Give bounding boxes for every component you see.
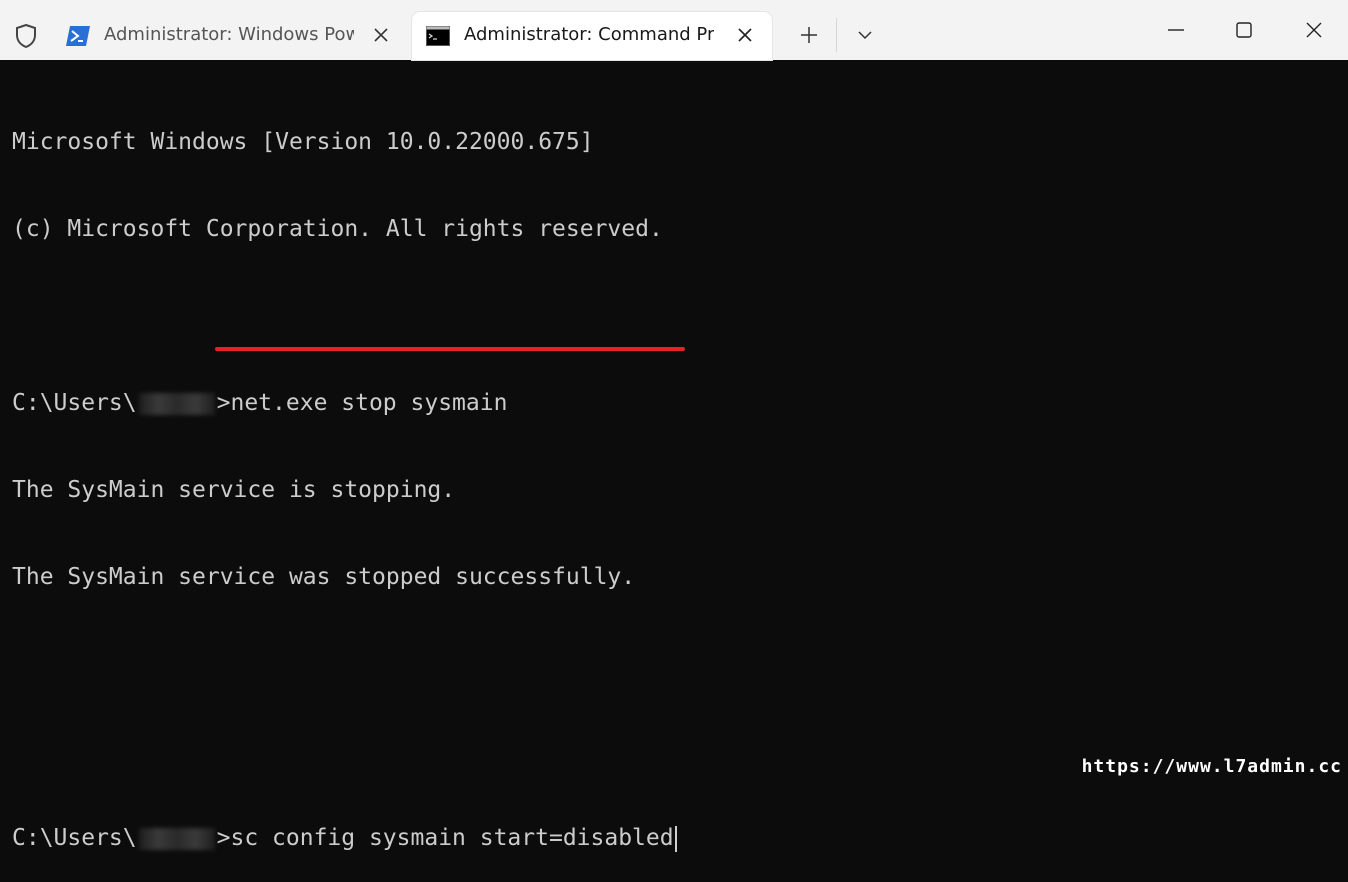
redacted-username <box>138 827 215 850</box>
powershell-icon <box>66 26 90 46</box>
admin-shield-icon <box>12 22 40 50</box>
close-tab-icon[interactable] <box>734 24 756 46</box>
prompt-suffix: > <box>216 390 231 416</box>
copyright-line: (c) Microsoft Corporation. All rights re… <box>12 216 663 242</box>
command-text: sc config sysmain start=disabled <box>230 825 674 851</box>
close-window-button[interactable] <box>1294 14 1334 46</box>
command-text: net.exe stop sysmain <box>230 390 508 416</box>
version-line: Microsoft Windows [Version 10.0.22000.67… <box>12 129 594 155</box>
output-line: The SysMain service was stopped successf… <box>12 564 636 590</box>
maximize-button[interactable] <box>1224 14 1264 46</box>
prompt-suffix: > <box>216 825 231 851</box>
watermark: https://www.l7admin.cc <box>1081 756 1342 777</box>
chevron-down-icon[interactable] <box>852 24 878 46</box>
tab-title: Administrator: Windows Powe <box>104 24 354 45</box>
tab-title: Administrator: Command Pro <box>464 24 714 45</box>
output-line: The SysMain service is stopping. <box>12 477 456 503</box>
tab-powershell[interactable]: Administrator: Windows Powe <box>52 12 408 60</box>
new-tab-plus-icon[interactable] <box>796 22 822 48</box>
prompt-prefix: C:\Users\ <box>12 825 137 851</box>
text-cursor <box>674 825 677 852</box>
command-line-2: C:\Users\ >sc config sysmain start=disabl… <box>12 824 1332 853</box>
minimize-button[interactable] <box>1156 14 1196 46</box>
toolbar-divider <box>836 18 837 52</box>
tab-command-prompt[interactable]: Administrator: Command Pro <box>412 12 772 60</box>
redacted-username <box>138 392 215 415</box>
command-line-1: C:\Users\ >net.exe stop sysmain <box>12 389 1332 418</box>
command-prompt-icon <box>426 26 450 46</box>
highlight-underline <box>215 347 685 351</box>
prompt-prefix: C:\Users\ <box>12 390 137 416</box>
close-tab-icon[interactable] <box>370 24 392 46</box>
title-bar: Administrator: Windows Powe Administrato… <box>0 0 1348 60</box>
